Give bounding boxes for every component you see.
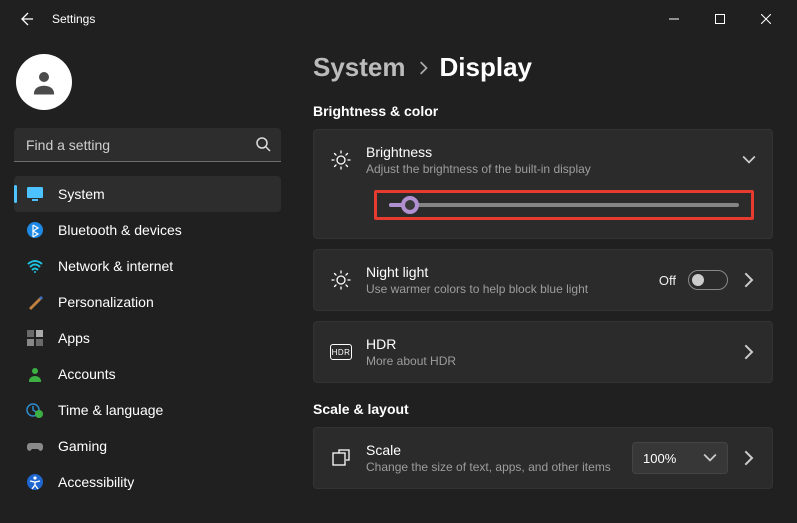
search-input-container	[14, 128, 281, 162]
slider-thumb[interactable]	[401, 196, 419, 214]
night-light-toggle[interactable]	[688, 270, 728, 290]
minimize-button[interactable]	[651, 3, 697, 35]
chevron-down-icon	[703, 451, 717, 465]
sidebar-item-label: Accessibility	[58, 474, 134, 490]
breadcrumb-current: Display	[440, 52, 533, 83]
monitor-icon	[26, 185, 44, 203]
scale-sub: Change the size of text, apps, and other…	[366, 460, 618, 474]
brightness-panel: Brightness Adjust the brightness of the …	[313, 129, 773, 239]
night-light-panel[interactable]: Night light Use warmer colors to help bl…	[313, 249, 773, 311]
scale-title: Scale	[366, 442, 618, 458]
sidebar-item-accessibility[interactable]: Accessibility	[14, 464, 281, 500]
scale-value: 100%	[643, 451, 676, 466]
moon-sun-icon	[330, 269, 352, 291]
sidebar-item-label: Network & internet	[58, 258, 173, 274]
brightness-sub: Adjust the brightness of the built-in di…	[366, 162, 636, 176]
sidebar-item-label: Personalization	[58, 294, 154, 310]
section-scale-layout: Scale & layout	[313, 401, 773, 417]
chevron-right-icon[interactable]	[740, 450, 756, 466]
chevron-right-icon[interactable]	[740, 272, 756, 288]
hdr-title: HDR	[366, 336, 726, 352]
accessibility-icon	[26, 473, 44, 491]
apps-icon	[26, 329, 44, 347]
main-content: System Display Brightness & color Bright…	[295, 38, 797, 523]
breadcrumb: System Display	[313, 52, 773, 83]
sidebar-item-label: Accounts	[58, 366, 116, 382]
scale-select[interactable]: 100%	[632, 442, 728, 474]
avatar-icon	[16, 54, 72, 110]
sidebar-item-accounts[interactable]: Accounts	[14, 356, 281, 392]
bluetooth-icon	[26, 221, 44, 239]
sun-icon	[330, 149, 352, 171]
chevron-down-icon[interactable]	[742, 153, 756, 167]
search-icon	[255, 136, 271, 152]
window-controls	[651, 3, 789, 35]
back-button[interactable]	[18, 11, 34, 27]
chevron-right-icon[interactable]	[740, 344, 756, 360]
brightness-slider-highlight	[374, 190, 754, 220]
hdr-panel[interactable]: HDR HDR More about HDR	[313, 321, 773, 383]
night-light-sub: Use warmer colors to help block blue lig…	[366, 282, 636, 296]
close-button[interactable]	[743, 3, 789, 35]
night-light-state: Off	[659, 273, 676, 288]
paintbrush-icon	[26, 293, 44, 311]
person-icon	[26, 365, 44, 383]
account-header[interactable]	[14, 48, 281, 124]
breadcrumb-parent[interactable]: System	[313, 52, 406, 83]
sidebar-item-label: Apps	[58, 330, 90, 346]
sidebar-item-label: Bluetooth & devices	[58, 222, 182, 238]
brightness-slider[interactable]	[389, 203, 739, 207]
sidebar-item-time-language[interactable]: Time & language	[14, 392, 281, 428]
sidebar-item-personalization[interactable]: Personalization	[14, 284, 281, 320]
section-brightness-color: Brightness & color	[313, 103, 773, 119]
gamepad-icon	[26, 437, 44, 455]
sidebar-item-label: Time & language	[58, 402, 163, 418]
brightness-title: Brightness	[366, 144, 728, 160]
brightness-header[interactable]: Brightness Adjust the brightness of the …	[314, 130, 772, 190]
sidebar-item-system[interactable]: System	[14, 176, 281, 212]
sidebar: System Bluetooth & devices Network & int…	[0, 38, 295, 523]
sidebar-item-bluetooth[interactable]: Bluetooth & devices	[14, 212, 281, 248]
sidebar-item-apps[interactable]: Apps	[14, 320, 281, 356]
sidebar-nav: System Bluetooth & devices Network & int…	[14, 176, 281, 500]
sidebar-item-network[interactable]: Network & internet	[14, 248, 281, 284]
sidebar-item-gaming[interactable]: Gaming	[14, 428, 281, 464]
sidebar-item-label: System	[58, 186, 105, 202]
scale-panel[interactable]: Scale Change the size of text, apps, and…	[313, 427, 773, 489]
scale-icon	[330, 447, 352, 469]
chevron-right-icon	[418, 61, 428, 75]
wifi-icon	[26, 257, 44, 275]
maximize-button[interactable]	[697, 3, 743, 35]
window-title: Settings	[52, 12, 95, 26]
sidebar-item-label: Gaming	[58, 438, 107, 454]
titlebar: Settings	[0, 0, 797, 38]
hdr-sub: More about HDR	[366, 354, 636, 368]
hdr-icon: HDR	[330, 341, 352, 363]
search-input[interactable]	[14, 128, 281, 162]
clock-globe-icon	[26, 401, 44, 419]
night-light-title: Night light	[366, 264, 645, 280]
